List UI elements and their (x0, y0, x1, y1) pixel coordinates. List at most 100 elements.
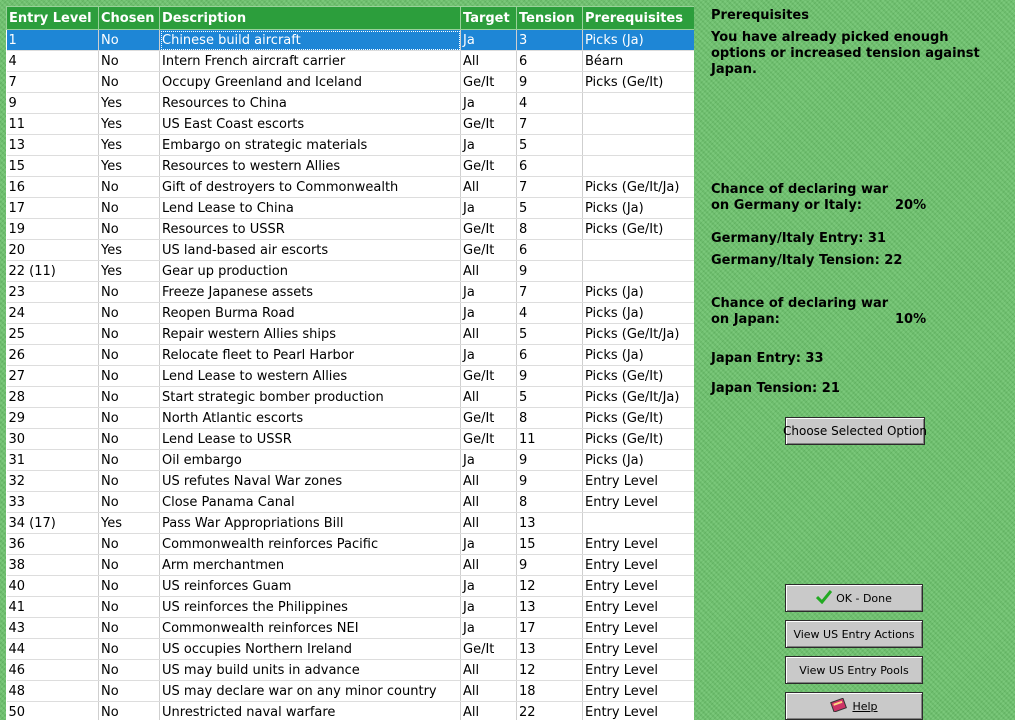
cell-chosen: No (98, 176, 160, 198)
cell-target: All (460, 323, 517, 345)
table-row[interactable]: 36 No Commonwealth reinforces Pacific Ja 15 E… (6, 533, 694, 555)
table-row[interactable]: 4 No Intern French aircraft carrier All 6 Béa… (6, 50, 694, 72)
cell-chosen: No (98, 596, 160, 618)
table-row[interactable]: 9 Yes Resources to China Ja 4 (6, 92, 694, 114)
view-us-entry-pools-button[interactable]: View US Entry Pools (785, 656, 923, 684)
table-row[interactable]: 25 No Repair western Allies ships All 5 Picks… (6, 323, 694, 345)
japan-tension: Japan Tension: 21 (711, 381, 840, 396)
table-row[interactable]: 27 No Lend Lease to western Allies Ge/It 9 Pi… (6, 365, 694, 387)
col-header-target[interactable]: Target (460, 6, 517, 30)
table-row[interactable]: 32 No US refutes Naval War zones All 9 Entry … (6, 470, 694, 492)
cell-tension: 9 (516, 554, 583, 576)
cell-prerequisites: Picks (Ge/It/Ja) (582, 386, 694, 408)
table-row[interactable]: 34 (17) Yes Pass War Appropriations Bill Al… (6, 512, 694, 534)
table-row[interactable]: 50 No Unrestricted naval warfare All 22 Entry… (6, 701, 694, 720)
entry-options-table: Entry Level Chosen Description Target Te… (6, 6, 694, 720)
cell-entry-level: 26 (6, 344, 99, 366)
cell-chosen: No (98, 575, 160, 597)
cell-entry-level: 20 (6, 239, 99, 261)
cell-tension: 7 (516, 113, 583, 135)
cell-chosen: No (98, 218, 160, 240)
table-row[interactable]: 41 No US reinforces the Philippines Ja 13 Ent… (6, 596, 694, 618)
table-row[interactable]: 26 No Relocate fleet to Pearl Harbor Ja 6 Pic… (6, 344, 694, 366)
cell-prerequisites: Picks (Ja) (582, 449, 694, 471)
cell-tension: 12 (516, 659, 583, 681)
cell-target: Ja (460, 575, 517, 597)
cell-target: Ja (460, 533, 517, 555)
table-row[interactable]: 19 No Resources to USSR Ge/It 8 Picks (Ge/It) (6, 218, 694, 240)
table-row[interactable]: 11 Yes US East Coast escorts Ge/It 7 (6, 113, 694, 135)
table-row[interactable]: 38 No Arm merchantmen All 9 Entry Level (6, 554, 694, 576)
table-row[interactable]: 28 No Start strategic bomber production All… (6, 386, 694, 408)
table-header-row: Entry Level Chosen Description Target Te… (6, 6, 694, 30)
cell-entry-level: 29 (6, 407, 99, 429)
cell-tension: 4 (516, 302, 583, 324)
col-header-entry-level[interactable]: Entry Level (6, 6, 99, 30)
cell-description: Freeze Japanese assets (159, 281, 461, 303)
cell-description: US may build units in advance (159, 659, 461, 681)
cell-tension: 5 (516, 386, 583, 408)
table-row[interactable]: 15 Yes Resources to western Allies Ge/It 6 (6, 155, 694, 177)
cell-target: Ja (460, 29, 517, 51)
cell-target: Ge/It (460, 428, 517, 450)
cell-entry-level: 44 (6, 638, 99, 660)
cell-description: Reopen Burma Road (159, 302, 461, 324)
cell-target: Ge/It (460, 218, 517, 240)
cell-entry-level: 4 (6, 50, 99, 72)
cell-tension: 13 (516, 512, 583, 534)
table-row[interactable]: 20 Yes US land-based air escorts Ge/It 6 (6, 239, 694, 261)
view-us-entry-actions-label: View US Entry Actions (793, 627, 915, 641)
ok-done-button[interactable]: OK - Done (785, 584, 923, 612)
cell-description: North Atlantic escorts (159, 407, 461, 429)
cell-prerequisites: Entry Level (582, 680, 694, 702)
table-row[interactable]: 24 No Reopen Burma Road Ja 4 Picks (Ja) (6, 302, 694, 324)
help-button[interactable]: Help (785, 692, 923, 720)
table-row[interactable]: 40 No US reinforces Guam Ja 12 Entry Level (6, 575, 694, 597)
cell-prerequisites: Picks (Ja) (582, 29, 694, 51)
cell-description: Occupy Greenland and Iceland (159, 71, 461, 93)
table-row[interactable]: 22 (11) Yes Gear up production All 9 (6, 260, 694, 282)
cell-target: All (460, 50, 517, 72)
table-row[interactable]: 48 No US may declare war on any minor coun… (6, 680, 694, 702)
cell-description: Relocate fleet to Pearl Harbor (159, 344, 461, 366)
cell-entry-level: 43 (6, 617, 99, 639)
table-row[interactable]: 30 No Lend Lease to USSR Ge/It 11 Picks (Ge/I… (6, 428, 694, 450)
table-row[interactable]: 43 No Commonwealth reinforces NEI Ja 17 Entry… (6, 617, 694, 639)
cell-chosen: Yes (98, 92, 160, 114)
table-row[interactable]: 44 No US occupies Northern Ireland Ge/It 13 E… (6, 638, 694, 660)
cell-tension: 15 (516, 533, 583, 555)
cell-target: Ja (460, 92, 517, 114)
cell-tension: 6 (516, 155, 583, 177)
cell-description: US occupies Northern Ireland (159, 638, 461, 660)
col-header-prerequisites[interactable]: Prerequisites (582, 6, 694, 30)
table-row[interactable]: 29 No North Atlantic escorts Ge/It 8 Picks (G… (6, 407, 694, 429)
cell-prerequisites: Entry Level (582, 638, 694, 660)
col-header-description[interactable]: Description (159, 6, 461, 30)
cell-description: Commonwealth reinforces Pacific (159, 533, 461, 555)
cell-tension: 4 (516, 92, 583, 114)
table-row[interactable]: 7 No Occupy Greenland and Iceland Ge/It 9 Pic… (6, 71, 694, 93)
cell-entry-level: 48 (6, 680, 99, 702)
cell-tension: 17 (516, 617, 583, 639)
choose-selected-option-button[interactable]: Choose Selected Option (783, 417, 927, 445)
table-row[interactable]: 31 No Oil embargo Ja 9 Picks (Ja) (6, 449, 694, 471)
cell-prerequisites: Béarn (582, 50, 694, 72)
view-us-entry-actions-button[interactable]: View US Entry Actions (785, 620, 923, 648)
cell-target: Ge/It (460, 239, 517, 261)
cell-chosen: No (98, 302, 160, 324)
cell-tension: 18 (516, 680, 583, 702)
cell-prerequisites: Picks (Ge/It/Ja) (582, 323, 694, 345)
col-header-chosen[interactable]: Chosen (98, 6, 160, 30)
table-row[interactable]: 16 No Gift of destroyers to Commonwealth Al… (6, 176, 694, 198)
table-row[interactable]: 33 No Close Panama Canal All 8 Entry Level (6, 491, 694, 513)
table-row[interactable]: 13 Yes Embargo on strategic materials Ja 5 (6, 134, 694, 156)
table-row[interactable]: 23 No Freeze Japanese assets Ja 7 Picks (Ja) (6, 281, 694, 303)
table-row[interactable]: 1 No Chinese build aircraft Ja 3 Picks (Ja) (6, 29, 694, 51)
cell-description: Unrestricted naval warfare (159, 701, 461, 720)
cell-prerequisites (582, 260, 694, 282)
cell-tension: 8 (516, 491, 583, 513)
cell-chosen: No (98, 323, 160, 345)
table-row[interactable]: 17 No Lend Lease to China Ja 5 Picks (Ja) (6, 197, 694, 219)
col-header-tension[interactable]: Tension (516, 6, 583, 30)
table-row[interactable]: 46 No US may build units in advance All 12 En… (6, 659, 694, 681)
